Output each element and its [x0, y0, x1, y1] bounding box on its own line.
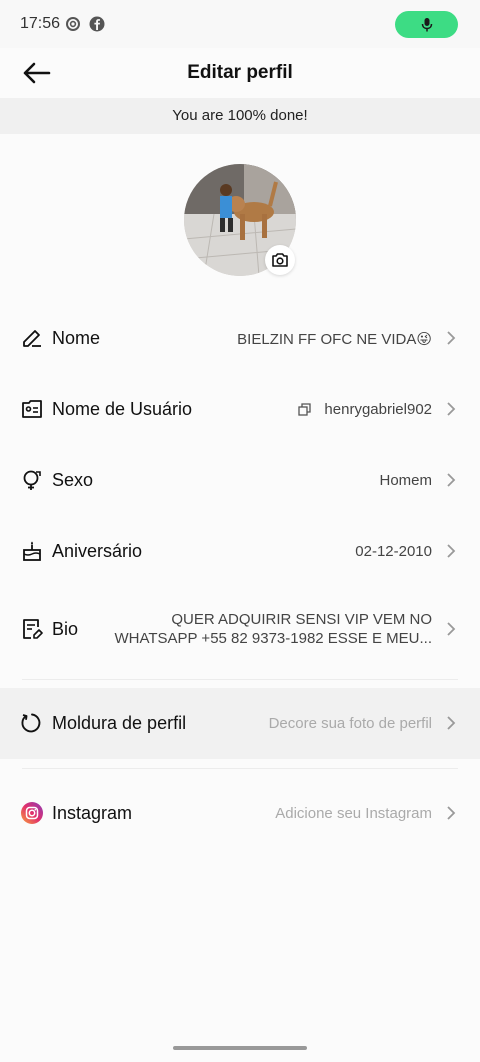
row-nome[interactable]: Nome BIELZIN FF OFC NE VIDA😜 [0, 303, 480, 374]
row-moldura-de-perfil[interactable]: Moldura de perfil Decore sua foto de per… [0, 688, 480, 759]
id-card-icon [22, 400, 42, 418]
instagram-value: Adicione seu Instagram [275, 805, 432, 822]
pencil-icon [23, 330, 41, 347]
app-header: Editar perfil [0, 48, 480, 98]
row-aniversario[interactable]: Aniversário 02-12-2010 [0, 516, 480, 587]
chevron-right-icon [447, 622, 456, 636]
copy-icon[interactable] [298, 403, 311, 416]
status-bar: 17:56 [0, 0, 480, 48]
instagram-label: Instagram [52, 803, 133, 823]
facebook-icon [89, 16, 105, 32]
divider [22, 768, 458, 769]
nome-value: BIELZIN FF OFC NE VIDA😜 [237, 331, 432, 348]
chevron-right-icon [447, 331, 456, 345]
row-instagram[interactable]: Instagram Adicione seu Instagram [0, 778, 480, 849]
chevron-right-icon [447, 402, 456, 416]
instagram-icon [21, 802, 43, 824]
home-indicator[interactable] [173, 1046, 307, 1050]
nome-de-usuario-label: Nome de Usuário [52, 399, 193, 419]
nome-de-usuario-value: henrygabriel902 [324, 401, 432, 418]
change-photo-button[interactable] [265, 245, 295, 275]
bio-value: QUER ADQUIRIR SENSI VIP VEM NO WHATSAPP … [114, 611, 432, 647]
status-time: 17:56 [20, 15, 61, 32]
microphone-indicator[interactable] [395, 11, 458, 38]
birthday-cake-icon [23, 541, 41, 561]
gender-icon [23, 470, 41, 490]
moldura-de-perfil-value: Decore sua foto de perfil [268, 715, 432, 732]
chevron-right-icon [447, 544, 456, 558]
bio-label: Bio [52, 619, 79, 639]
chevron-right-icon [447, 806, 456, 820]
camera-icon [272, 253, 288, 267]
profile-completion-banner: You are 100% done! [0, 98, 480, 134]
chevron-right-icon [447, 716, 456, 730]
row-nome-de-usuario[interactable]: Nome de Usuário henrygabriel902 [0, 374, 480, 445]
frame-refresh-icon [21, 713, 41, 733]
sexo-label: Sexo [52, 470, 94, 490]
aniversario-label: Aniversário [52, 541, 143, 561]
nome-label: Nome [52, 328, 101, 348]
microphone-icon [421, 17, 432, 31]
moldura-de-perfil-label: Moldura de perfil [52, 713, 187, 733]
edit-note-icon [23, 619, 43, 639]
sexo-value: Homem [379, 472, 432, 489]
divider [22, 679, 458, 680]
aniversario-value: 02-12-2010 [355, 543, 432, 560]
chevron-right-icon [447, 473, 456, 487]
settings-gear-icon [66, 17, 80, 31]
page-title: Editar perfil [187, 62, 293, 83]
row-sexo[interactable]: Sexo Homem [0, 445, 480, 516]
